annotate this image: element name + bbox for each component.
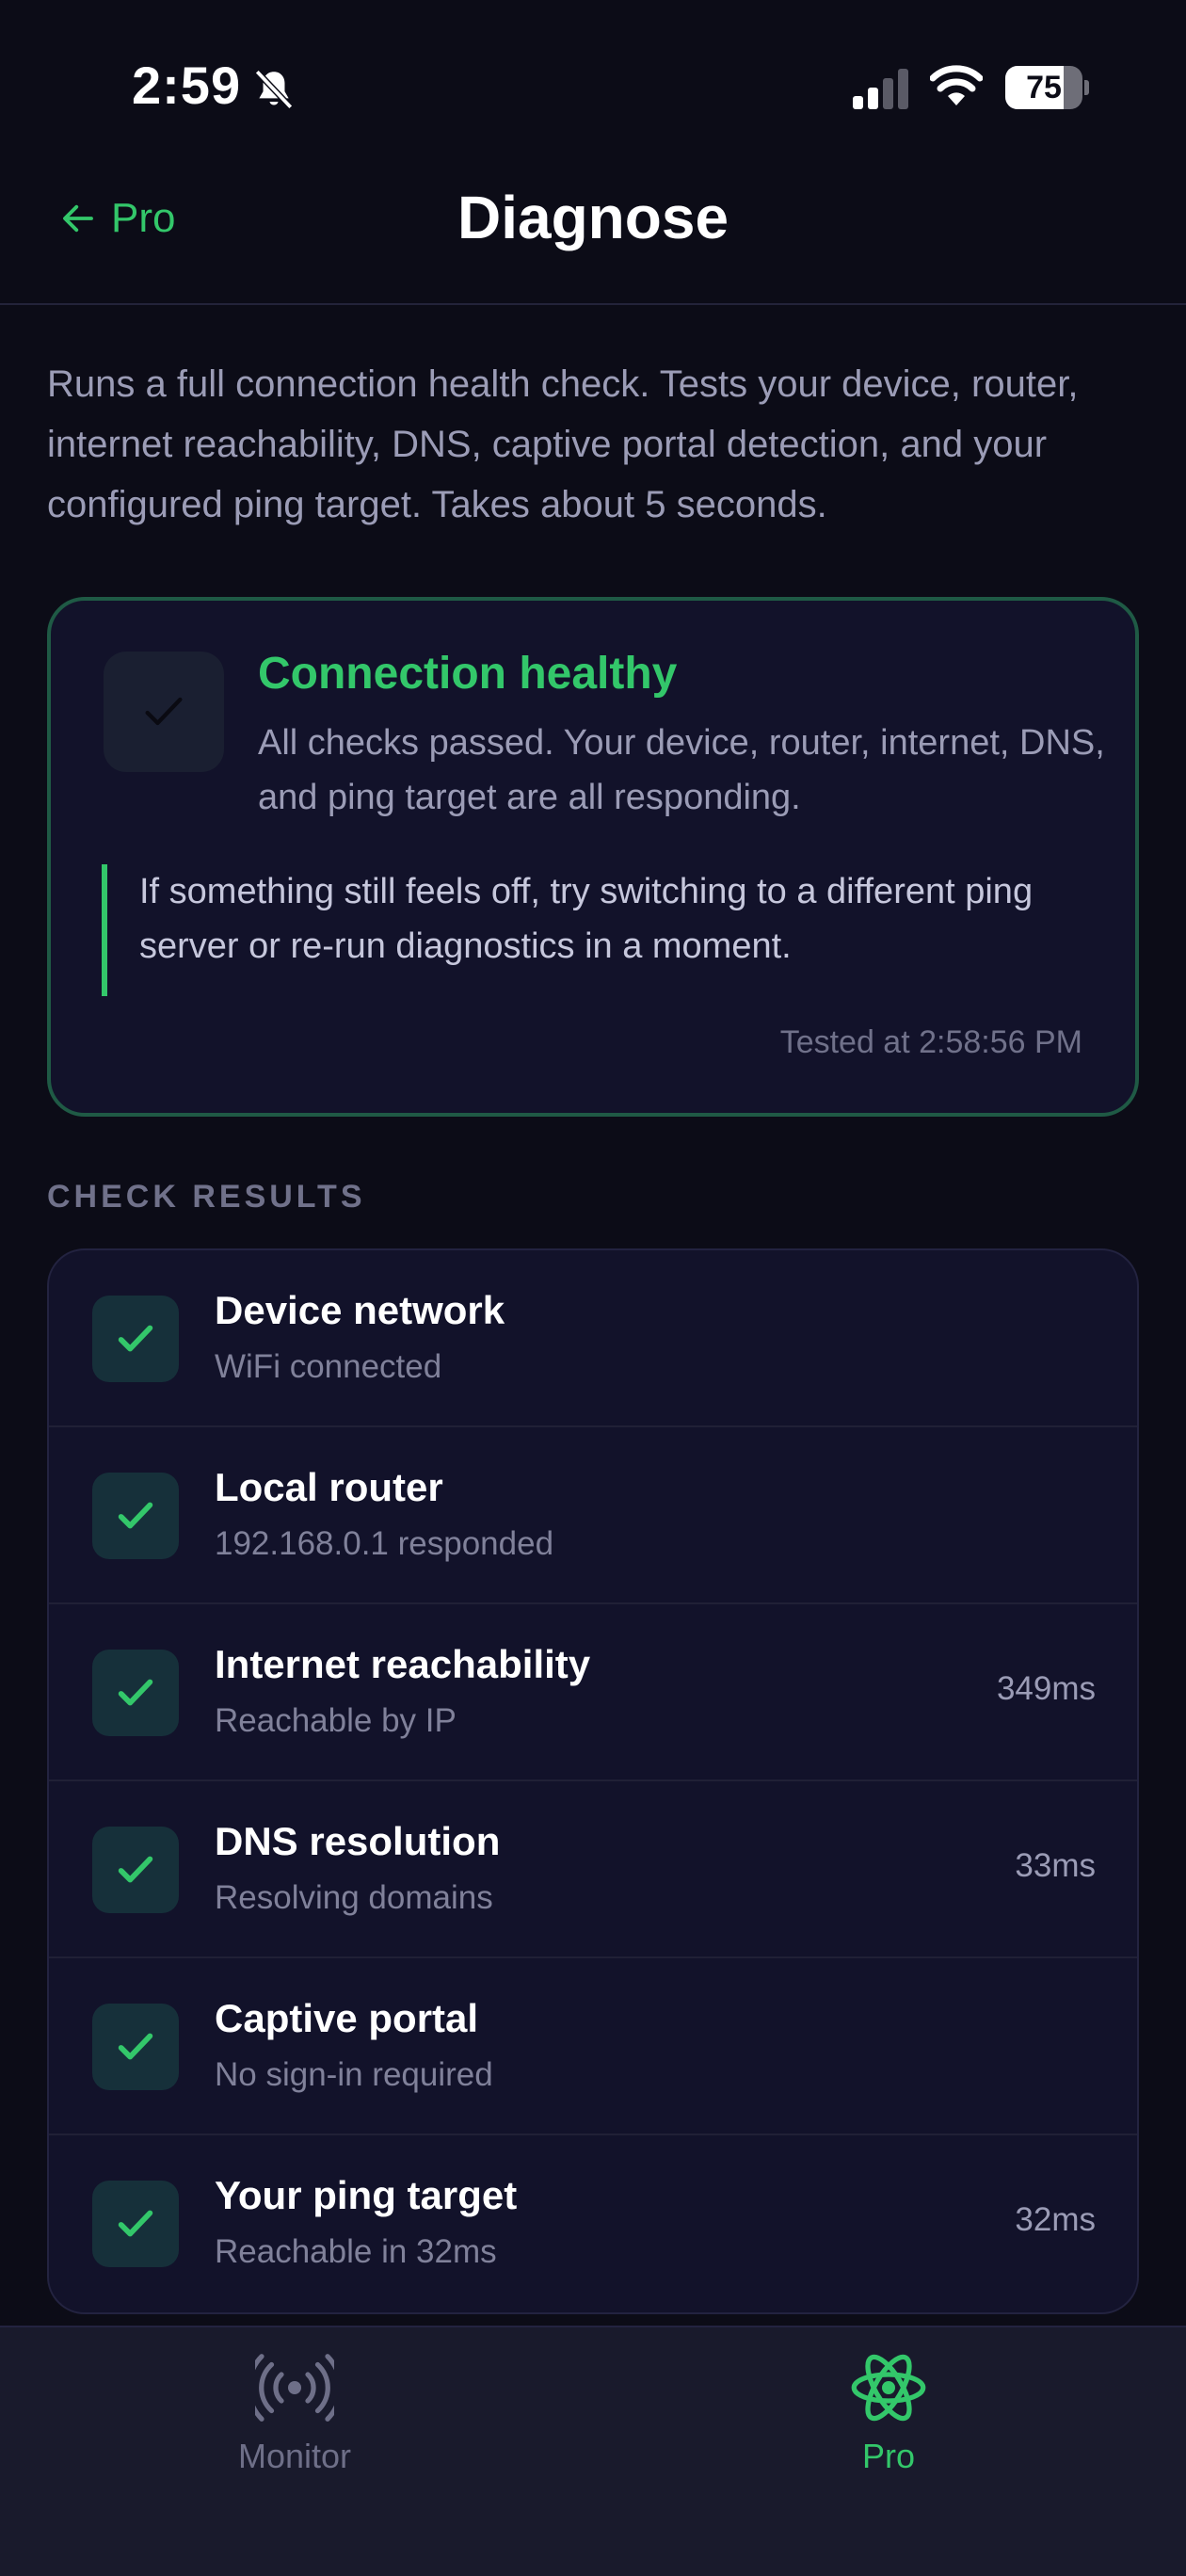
section-label-check-results: CHECK RESULTS <box>47 1179 366 1215</box>
wifi-icon <box>930 65 983 105</box>
header-divider <box>0 303 1186 305</box>
result-row-ping-target: Your ping target Reachable in 32ms 32ms <box>49 2135 1137 2312</box>
result-row-local-router: Local router 192.168.0.1 responded <box>49 1427 1137 1604</box>
battery-icon: 75 <box>1005 66 1089 109</box>
result-title: Your ping target <box>215 2173 518 2217</box>
result-latency: 33ms <box>1015 1847 1096 1884</box>
tab-monitor[interactable]: Monitor <box>153 2354 436 2495</box>
result-subtitle: Reachable in 32ms <box>215 2233 497 2270</box>
broadcast-icon <box>255 2354 334 2422</box>
check-badge <box>92 2004 179 2090</box>
bell-slash-icon <box>254 69 294 110</box>
check-results-list: Device network WiFi connected Local rout… <box>47 1248 1139 2314</box>
checkmark-icon <box>118 1679 153 1706</box>
check-badge <box>92 1296 179 1382</box>
cellular-signal-icon <box>853 69 908 109</box>
check-badge <box>92 1473 179 1559</box>
checkmark-icon <box>118 1502 153 1529</box>
result-row-captive-portal: Captive portal No sign-in required <box>49 1958 1137 2135</box>
result-subtitle: No sign-in required <box>215 2056 493 2093</box>
health-card: Connection healthy All checks passed. Yo… <box>47 597 1139 1117</box>
atom-icon <box>851 2354 926 2422</box>
result-subtitle: WiFi connected <box>215 1348 442 1385</box>
result-title: Device network <box>215 1288 505 1332</box>
checkmark-icon <box>145 697 183 726</box>
status-time: 2:59 <box>132 56 242 115</box>
checkmark-icon <box>118 1856 153 1883</box>
health-subtitle: All checks passed. Your device, router, … <box>258 723 1105 817</box>
check-badge <box>92 1650 179 1736</box>
health-title: Connection healthy <box>258 649 678 699</box>
health-note: If something still feels off, try switch… <box>102 864 1099 996</box>
tab-monitor-label: Monitor <box>237 2437 352 2475</box>
check-badge <box>92 1827 179 1913</box>
result-subtitle: Reachable by IP <box>215 1702 457 1739</box>
battery-percent: 75 <box>1026 70 1062 105</box>
result-row-device-network: Device network WiFi connected <box>49 1250 1137 1427</box>
result-title: DNS resolution <box>215 1819 501 1863</box>
check-badge <box>92 2181 179 2267</box>
result-row-dns-resolution: DNS resolution Resolving domains 33ms <box>49 1781 1137 1958</box>
result-subtitle: 192.168.0.1 responded <box>215 1525 554 1562</box>
result-title: Captive portal <box>215 1996 479 2040</box>
result-subtitle: Resolving domains <box>215 1879 493 1916</box>
tab-pro-label: Pro <box>861 2437 916 2475</box>
diagnose-screen: 2:59 75 Pro Diagnose Runs a full connect… <box>0 0 1186 2576</box>
result-latency: 349ms <box>996 1670 1096 1707</box>
tab-bar: Monitor Pro <box>0 2326 1186 2576</box>
tested-at-timestamp: Tested at 2:58:56 PM <box>779 1024 1082 1060</box>
tab-pro[interactable]: Pro <box>747 2354 1030 2495</box>
health-status-icon-box <box>104 652 224 772</box>
checkmark-icon <box>118 2210 153 2237</box>
result-row-internet-reachability: Internet reachability Reachable by IP 34… <box>49 1604 1137 1781</box>
checkmark-icon <box>118 1325 153 1352</box>
result-title: Internet reachability <box>215 1642 591 1686</box>
description-text: Runs a full connection health check. Tes… <box>47 363 1079 525</box>
status-bar: 2:59 75 <box>0 0 1186 179</box>
page-title: Diagnose <box>457 184 729 251</box>
checkmark-icon <box>118 2033 153 2060</box>
result-title: Local router <box>215 1465 443 1509</box>
result-latency: 32ms <box>1015 2201 1096 2238</box>
